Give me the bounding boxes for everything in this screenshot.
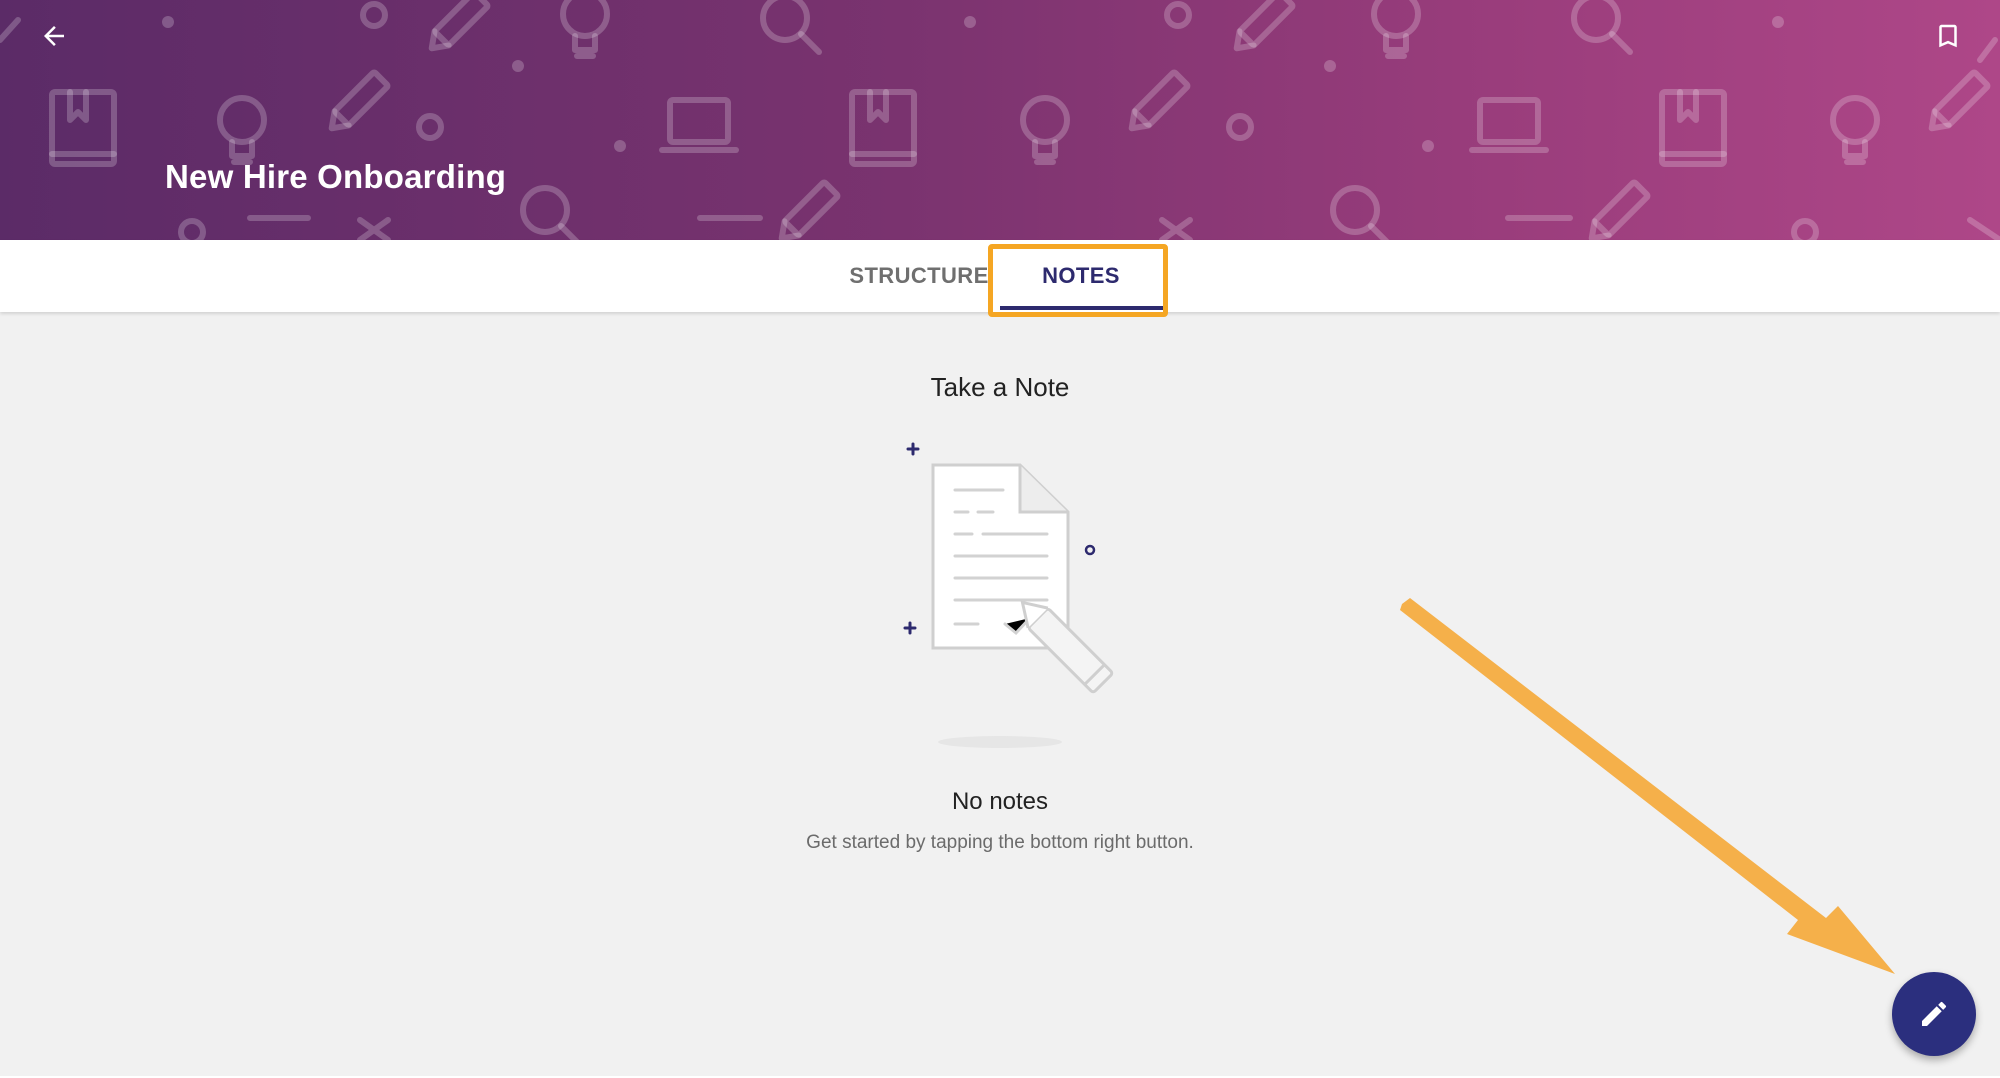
bookmark-icon [1939,24,1957,48]
add-note-button[interactable] [1892,972,1976,1056]
empty-state-subtitle: Get started by tapping the bottom right … [806,832,1194,853]
page-title: New Hire Onboarding [165,158,507,195]
tab-highlight-annotation [988,244,1168,317]
empty-state-heading: No notes [951,788,1049,815]
arrow-left-icon [44,26,64,46]
empty-state-title: Take a Note [930,372,1070,402]
pencil-icon [1922,1001,1947,1026]
bookmark-button[interactable] [1928,16,1968,56]
note-document-icon [903,442,1114,748]
header-banner: New Hire Onboarding [0,0,2000,240]
header-pattern [0,0,2000,240]
tab-structure[interactable]: STRUCTURE [849,240,988,312]
back-button[interactable] [34,16,74,56]
pointer-arrow-annotation [1400,598,1895,974]
